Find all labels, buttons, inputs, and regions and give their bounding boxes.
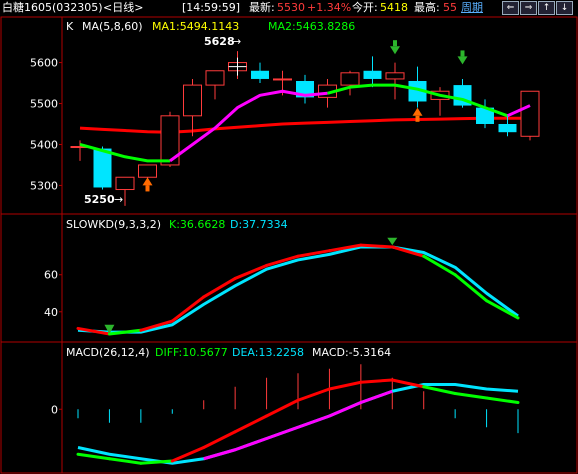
- high-label: 最高:: [414, 1, 440, 14]
- candle-down: [498, 124, 517, 133]
- kd-d-line: [77, 245, 519, 334]
- sell-arrow-icon: [457, 56, 468, 65]
- sell-arrow-icon: [390, 46, 400, 55]
- kline-y-tick-5500: 5500: [30, 98, 58, 111]
- kline-panel[interactable]: K MA(5,8,60) MA1:5494.1143 MA2:5463.8286…: [30, 20, 540, 206]
- low-annotation-arrow: →: [114, 193, 123, 206]
- kd-panel[interactable]: SLOWKD(9,3,3,2) K:36.6628 D:37.7334 40 60: [44, 218, 520, 336]
- period-link[interactable]: 周期: [461, 0, 483, 16]
- period-label: <日线>: [103, 1, 144, 14]
- last-label: 最新:: [249, 1, 275, 14]
- macd-value-legend: MACD:-5.3164: [312, 346, 391, 359]
- candle-up: [273, 78, 292, 81]
- macd-diff-segment: [296, 387, 331, 402]
- candle-up: [138, 164, 157, 178]
- kd-title: SLOWKD(9,3,3,2): [66, 218, 161, 231]
- kd-y-tick-60: 60: [44, 269, 58, 282]
- change-value: +1.34%: [307, 1, 352, 14]
- kd-y-tick-40: 40: [44, 306, 58, 319]
- candle-up: [183, 84, 202, 117]
- macd-diff-legend: DIFF:10.5677: [155, 346, 228, 359]
- macd-diff-segment: [359, 378, 394, 384]
- ma-short-green-2: [327, 83, 395, 95]
- macd-diff-segment: [485, 396, 520, 404]
- candle-up: [520, 90, 540, 137]
- macd-diff-segment: [76, 452, 111, 461]
- right-arrow-button[interactable]: ⇒: [520, 1, 537, 15]
- macd-panel[interactable]: MACD(26,12,4) DIFF:10.5677 DEA:13.2258 M…: [51, 346, 520, 465]
- candle-up: [115, 176, 135, 191]
- ma1-legend: MA1:5494.1143: [152, 20, 239, 33]
- kline-y-tick-5400: 5400: [30, 138, 58, 151]
- sell-arrow-icon-stem: [393, 40, 397, 47]
- timestamp: [14:59:59]: [182, 1, 240, 14]
- instrument-code: (032305): [52, 1, 103, 14]
- macd-dea-legend: DEA:13.2258: [232, 346, 304, 359]
- macd-diff-segment: [265, 398, 300, 418]
- kline-indicator: MA(5,8,60): [82, 20, 143, 33]
- candle-down: [363, 70, 382, 79]
- open-value: 5418: [380, 1, 408, 14]
- high-annotation: 5628: [204, 35, 235, 48]
- kd-k-segment: [359, 243, 394, 249]
- kd-d-legend: D:37.7334: [230, 218, 288, 231]
- chart-area[interactable]: K MA(5,8,60) MA1:5494.1143 MA2:5463.8286…: [0, 16, 578, 474]
- down-arrow-button[interactable]: ↓: [556, 1, 573, 15]
- buy-arrow-icon: [412, 107, 423, 116]
- high-value: 55: [443, 1, 457, 14]
- candle-up: [385, 72, 405, 80]
- buy-arrow-icon-stem: [145, 185, 150, 192]
- quote-header: 白糖1605 (032305) <日线> [14:59:59] 最新: 5530…: [0, 0, 578, 16]
- left-arrow-button[interactable]: ⇐: [502, 1, 519, 15]
- macd-diff-segment: [233, 414, 269, 434]
- macd-diff-segment: [390, 378, 426, 389]
- macd-diff-segment: [327, 380, 363, 391]
- low-annotation: 5250: [84, 193, 115, 206]
- macd-y-tick-0: 0: [51, 403, 58, 416]
- kd-k-legend: K:36.6628: [169, 218, 225, 231]
- ma60-line: [79, 116, 530, 134]
- kline-y-tick-5300: 5300: [30, 179, 58, 192]
- candle-up: [205, 70, 225, 86]
- candle-up: [340, 72, 360, 86]
- kline-title: K: [66, 20, 74, 33]
- kd-sell-arrow-icon: [387, 237, 398, 246]
- sell-arrow-icon-stem: [460, 50, 465, 57]
- candle-down: [93, 148, 112, 188]
- last-value: 5530: [277, 1, 305, 14]
- high-annotation-arrow: →: [232, 35, 241, 48]
- up-arrow-button[interactable]: ↑: [538, 1, 555, 15]
- ma2-legend: MA2:5463.8286: [268, 20, 355, 33]
- macd-diff-segment: [422, 385, 457, 395]
- macd-diff-segment: [202, 430, 237, 449]
- candle-down: [251, 70, 269, 79]
- macd-diff-segment: [453, 392, 489, 400]
- buy-arrow-icon: [142, 177, 153, 186]
- instrument-name: 白糖1605: [2, 1, 52, 14]
- buy-arrow-icon-stem: [415, 115, 420, 122]
- kline-y-tick-5600: 5600: [30, 57, 58, 70]
- macd-title: MACD(26,12,4): [66, 346, 150, 359]
- open-label: 今开:: [352, 1, 378, 14]
